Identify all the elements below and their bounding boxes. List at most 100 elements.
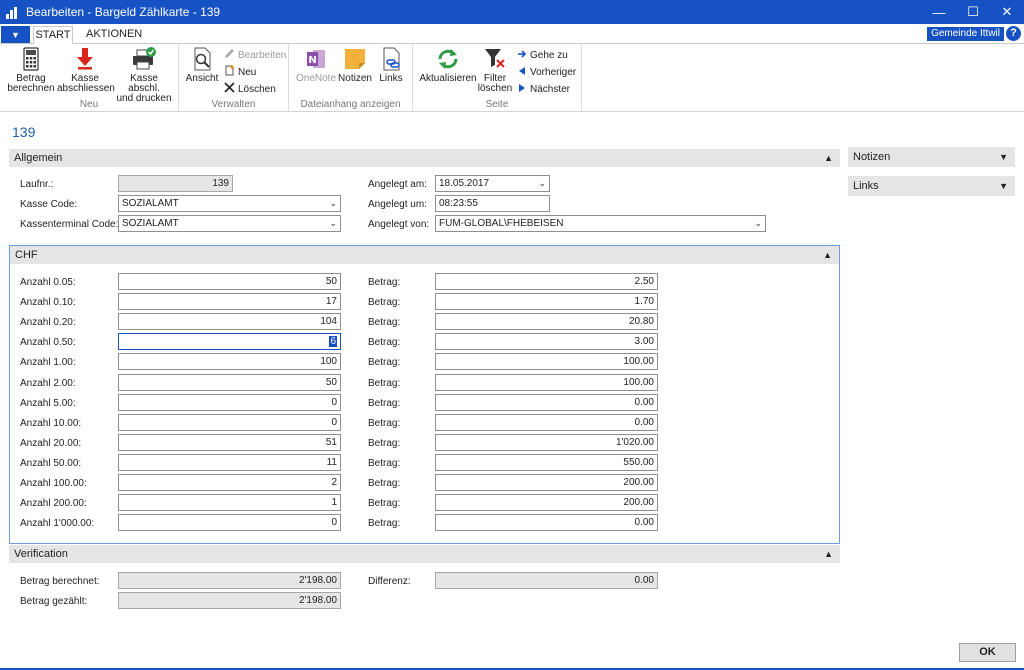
anzahl-label: Anzahl 20.00: xyxy=(20,438,82,449)
betrag-gezaehlt-field: 2'198.00 xyxy=(118,592,341,609)
anzahl-input[interactable]: 11 xyxy=(118,454,341,471)
sticky-note-icon xyxy=(342,47,368,71)
factbox-links-title: Links xyxy=(853,180,879,192)
chevron-up-icon[interactable]: ▲ xyxy=(823,246,832,264)
section-header-allgemein[interactable]: Allgemein ▲ xyxy=(9,149,840,167)
angelegt-von-label: Angelegt von: xyxy=(368,219,430,230)
ribbon-group-verwalten: Ansicht Bearbeiten Neu Löschen Verwalten xyxy=(179,44,289,112)
printer-check-icon xyxy=(131,47,157,71)
vorheriger-label: Vorheriger xyxy=(530,66,577,78)
betrag-field: 20.80 xyxy=(435,313,658,330)
kasse-abschliessen-button[interactable]: Kasse abschliessen xyxy=(57,47,115,94)
betrag-field: 0.00 xyxy=(435,414,658,431)
anzahl-input[interactable]: 104 xyxy=(118,313,341,330)
kasse-abschl-drucken-button[interactable]: Kasse abschl. und drucken xyxy=(114,47,174,104)
differenz-field: 0.00 xyxy=(435,572,658,589)
factbox-links[interactable]: Links ▼ xyxy=(848,176,1015,196)
anzahl-input[interactable]: 50 xyxy=(118,374,341,391)
anzahl-value: 50 xyxy=(325,377,337,388)
anzahl-input[interactable]: 0 xyxy=(118,414,341,431)
naechster-button[interactable]: Nächster xyxy=(517,82,570,96)
loeschen-label: Löschen xyxy=(238,83,276,95)
bearbeiten-button[interactable]: Bearbeiten xyxy=(224,48,286,62)
betrag-field: 1'020.00 xyxy=(435,434,658,451)
ansicht-button[interactable]: Ansicht xyxy=(185,47,219,84)
onenote-label: OneNote xyxy=(295,73,337,84)
anzahl-input[interactable]: 51 xyxy=(118,434,341,451)
chevron-down-icon: ⌄ xyxy=(329,218,337,228)
neu-button[interactable]: Neu xyxy=(224,65,256,79)
anzahl-value: 50 xyxy=(325,276,337,287)
anzahl-value: 0 xyxy=(331,397,337,408)
view-magnifier-icon xyxy=(189,47,215,71)
maximize-button[interactable]: ☐ xyxy=(956,0,990,24)
application-menu-button[interactable]: ▼ xyxy=(1,26,30,43)
ansicht-label: Ansicht xyxy=(185,73,219,84)
anzahl-input[interactable]: 17 xyxy=(118,293,341,310)
vorheriger-button[interactable]: Vorheriger xyxy=(517,65,576,79)
anzahl-input[interactable]: 50 xyxy=(118,273,341,290)
tab-aktionen[interactable]: AKTIONEN xyxy=(78,26,150,45)
ok-button[interactable]: OK xyxy=(959,643,1016,662)
chevron-down-icon: ▼ xyxy=(11,29,20,40)
chevron-down-icon[interactable]: ▼ xyxy=(999,147,1008,167)
betrag-field: 0.00 xyxy=(435,394,658,411)
betrag-field: 200.00 xyxy=(435,474,658,491)
kassenterminal-value: SOZIALAMT xyxy=(122,218,179,229)
anzahl-value: 0 xyxy=(331,517,337,528)
anzahl-input[interactable]: 0 xyxy=(118,394,341,411)
angelegt-am-label: Angelegt am: xyxy=(368,179,427,190)
notizen-button[interactable]: Notizen xyxy=(338,47,372,84)
allgemein-title: Allgemein xyxy=(14,152,63,164)
section-header-chf[interactable]: CHF ▲ xyxy=(10,246,839,264)
loeschen-button[interactable]: Löschen xyxy=(224,82,276,96)
angelegt-um-field[interactable]: 08:23:55 xyxy=(435,195,550,212)
chevron-up-icon[interactable]: ▲ xyxy=(824,149,833,167)
minimize-button[interactable]: — xyxy=(922,0,956,24)
chevron-down-icon[interactable]: ▼ xyxy=(999,176,1008,196)
factbox-notizen[interactable]: Notizen ▼ xyxy=(848,147,1015,167)
group-label-seite: Seite xyxy=(485,99,509,110)
section-header-verification[interactable]: Verification ▲ xyxy=(9,545,840,563)
betrag-berechnet-label: Betrag berechnet: xyxy=(20,576,100,587)
onenote-button[interactable]: N OneNote xyxy=(295,47,337,84)
factbox-notizen-title: Notizen xyxy=(853,151,891,163)
anzahl-label: Anzahl 50.00: xyxy=(20,458,82,469)
kasse-code-dropdown[interactable]: SOZIALAMT ⌄ xyxy=(118,195,341,212)
betrag-label: Betrag: xyxy=(368,337,401,348)
angelegt-am-datepicker[interactable]: 18.05.2017 ⌄ xyxy=(435,175,550,192)
anzahl-value: 104 xyxy=(320,316,337,327)
anzahl-input[interactable]: 6 xyxy=(118,333,341,350)
kasse-code-value: SOZIALAMT xyxy=(122,198,179,209)
kassenterminal-dropdown[interactable]: SOZIALAMT ⌄ xyxy=(118,215,341,232)
svg-text:N: N xyxy=(308,55,316,66)
anzahl-value: 11 xyxy=(326,457,337,468)
group-label-dateianhang: Dateianhang anzeigen xyxy=(300,99,401,110)
close-button[interactable]: ✕ xyxy=(990,0,1024,24)
aktualisieren-button[interactable]: Aktualisieren xyxy=(419,47,477,84)
betrag-berechnen-button[interactable]: Betrag berechnen xyxy=(6,47,56,94)
anzahl-label: Anzahl 1.00: xyxy=(20,357,76,368)
ribbon-tab-row: ▼ START AKTIONEN Gemeinde Ittwil ? xyxy=(0,24,1024,45)
verification-title: Verification xyxy=(14,548,68,560)
betrag-field: 3.00 xyxy=(435,333,658,350)
tab-start[interactable]: START xyxy=(33,26,73,45)
links-button[interactable]: Links xyxy=(375,47,407,84)
app-chart-icon xyxy=(6,5,20,19)
anzahl-input[interactable]: 100 xyxy=(118,353,341,370)
company-badge[interactable]: Gemeinde Ittwil xyxy=(927,27,1004,41)
anzahl-input[interactable]: 2 xyxy=(118,474,341,491)
betrag-berechnen-label-2: berechnen xyxy=(7,83,55,94)
kasse-abschliessen-label-2: abschliessen xyxy=(57,83,115,94)
anzahl-input[interactable]: 0 xyxy=(118,514,341,531)
group-label-verwalten: Verwalten xyxy=(211,99,256,110)
betrag-label: Betrag: xyxy=(368,357,401,368)
angelegt-von-dropdown[interactable]: FUM-GLOBAL\FHEBEISEN ⌄ xyxy=(435,215,766,232)
anzahl-value: 0 xyxy=(331,417,337,428)
help-icon[interactable]: ? xyxy=(1006,26,1021,41)
chevron-up-icon[interactable]: ▲ xyxy=(824,545,833,563)
gehe-zu-button[interactable]: Gehe zu xyxy=(517,48,568,62)
filter-loeschen-button[interactable]: Filter löschen xyxy=(477,47,513,94)
onenote-icon: N xyxy=(303,47,329,71)
anzahl-input[interactable]: 1 xyxy=(118,494,341,511)
